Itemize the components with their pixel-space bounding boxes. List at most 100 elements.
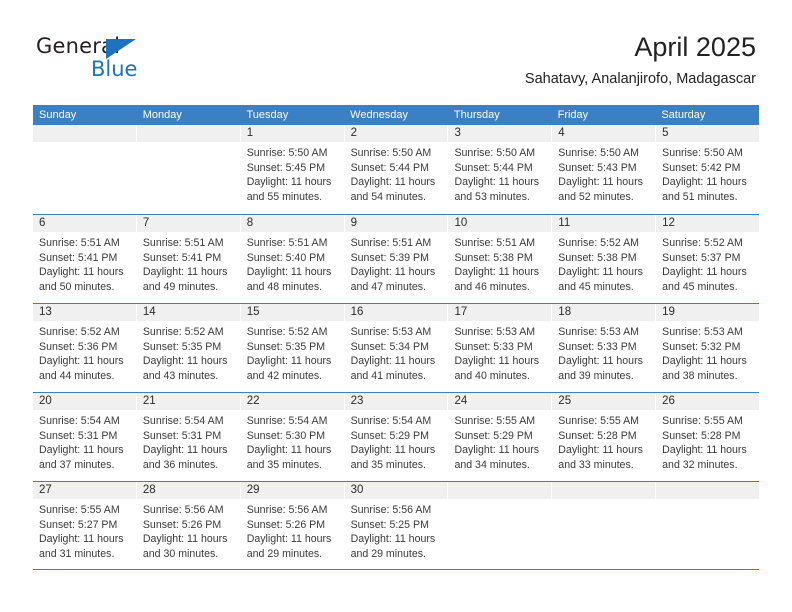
day-details: Sunrise: 5:52 AM Sunset: 5:38 PM Daylight:… xyxy=(552,232,655,294)
sunrise-text: Sunrise: 5:53 AM xyxy=(454,326,536,338)
daylight-text-line1: Daylight: 11 hours xyxy=(662,444,747,457)
day-cell[interactable]: 21 Sunrise: 5:54 AM Sunset: 5:31 PM Dayligh… xyxy=(136,393,241,481)
day-details: Sunrise: 5:55 AM Sunset: 5:27 PM Daylight:… xyxy=(33,499,136,561)
calendar-weeks: 1 Sunrise: 5:50 AM Sunset: 5:45 PM Daylight… xyxy=(33,125,760,570)
day-number: 7 xyxy=(142,217,150,229)
daylight-text-line1: Daylight: 11 hours xyxy=(350,176,436,189)
day-cell[interactable]: 15 Sunrise: 5:52 AM Sunset: 5:35 PM Dayligh… xyxy=(240,304,345,392)
day-cell[interactable]: 11 Sunrise: 5:52 AM Sunset: 5:38 PM Dayligh… xyxy=(552,215,657,303)
sunrise-text: Sunrise: 5:56 AM xyxy=(142,504,224,516)
day-details xyxy=(33,142,136,146)
day-cell[interactable]: 18 Sunrise: 5:53 AM Sunset: 5:33 PM Dayligh… xyxy=(552,304,657,392)
day-cell[interactable]: 24 Sunrise: 5:55 AM Sunset: 5:29 PM Dayligh… xyxy=(448,393,553,481)
day-details: Sunrise: 5:51 AM Sunset: 5:41 PM Daylight:… xyxy=(33,232,136,294)
sunset-text: Sunset: 5:31 PM xyxy=(39,429,118,442)
daylight-text-line2: and 36 minutes. xyxy=(142,458,219,471)
daylight-text-line2: and 35 minutes. xyxy=(350,458,426,471)
day-number-band xyxy=(552,482,656,499)
sunrise-text: Sunrise: 5:53 AM xyxy=(558,326,639,338)
weekday-sunday: Sunday xyxy=(39,109,77,121)
day-number: 6 xyxy=(39,217,46,229)
week-row: 27 Sunrise: 5:55 AM Sunset: 5:27 PM Dayligh… xyxy=(33,481,760,570)
daylight-text-line1: Daylight: 11 hours xyxy=(142,355,228,368)
day-number: 15 xyxy=(246,306,260,318)
day-number-band: 19 xyxy=(656,304,760,321)
sunset-text: Sunset: 5:38 PM xyxy=(454,251,533,264)
sunrise-text: Sunrise: 5:53 AM xyxy=(662,326,743,338)
daylight-text-line1: Daylight: 11 hours xyxy=(142,533,228,546)
weekday-header-row: Sunday Monday Tuesday Wednesday Thursday… xyxy=(33,105,759,125)
calendar-page: General Blue April 2025 Sahatavy, Analan… xyxy=(0,0,792,612)
day-cell[interactable]: 4 Sunrise: 5:50 AM Sunset: 5:43 PM Daylight… xyxy=(552,125,657,214)
day-cell[interactable]: 19 Sunrise: 5:53 AM Sunset: 5:32 PM Dayligh… xyxy=(656,304,760,392)
daylight-text-line2: and 43 minutes. xyxy=(142,369,219,382)
day-number-band xyxy=(656,482,760,499)
day-number-band: 13 xyxy=(33,304,136,321)
day-number: 1 xyxy=(246,127,254,139)
day-cell[interactable]: 28 Sunrise: 5:56 AM Sunset: 5:26 PM Dayligh… xyxy=(136,482,241,569)
daylight-text-line2: and 52 minutes. xyxy=(558,190,634,203)
sunset-text: Sunset: 5:44 PM xyxy=(454,161,533,174)
sunset-text: Sunset: 5:40 PM xyxy=(246,251,326,264)
day-cell[interactable]: 1 Sunrise: 5:50 AM Sunset: 5:45 PM Daylight… xyxy=(240,125,345,214)
day-cell[interactable]: 23 Sunrise: 5:54 AM Sunset: 5:29 PM Dayligh… xyxy=(344,393,449,481)
day-cell[interactable]: 14 Sunrise: 5:52 AM Sunset: 5:35 PM Dayligh… xyxy=(136,304,241,392)
daylight-text-line2: and 40 minutes. xyxy=(454,369,530,382)
day-cell[interactable]: 27 Sunrise: 5:55 AM Sunset: 5:27 PM Dayligh… xyxy=(33,482,137,569)
general-blue-logo[interactable]: General Blue xyxy=(36,34,166,82)
day-number: 18 xyxy=(558,306,572,318)
day-cell[interactable]: 29 Sunrise: 5:56 AM Sunset: 5:26 PM Dayligh… xyxy=(240,482,345,569)
sunset-text: Sunset: 5:35 PM xyxy=(142,340,222,353)
day-cell[interactable]: 5 Sunrise: 5:50 AM Sunset: 5:42 PM Daylight… xyxy=(656,125,760,214)
day-cell[interactable]: 10 Sunrise: 5:51 AM Sunset: 5:38 PM Dayligh… xyxy=(448,215,553,303)
weekday-tuesday: Tuesday xyxy=(246,109,289,121)
day-cell[interactable]: 13 Sunrise: 5:52 AM Sunset: 5:36 PM Dayligh… xyxy=(33,304,137,392)
day-cell[interactable]: 26 Sunrise: 5:55 AM Sunset: 5:28 PM Dayligh… xyxy=(656,393,760,481)
daylight-text-line1: Daylight: 11 hours xyxy=(39,266,124,279)
day-details: Sunrise: 5:53 AM Sunset: 5:33 PM Daylight:… xyxy=(448,321,551,383)
day-cell[interactable]: 6 Sunrise: 5:51 AM Sunset: 5:41 PM Daylight… xyxy=(33,215,137,303)
day-number-band: 17 xyxy=(448,304,552,321)
logo-word-blue: Blue xyxy=(91,57,138,81)
day-cell[interactable]: 16 Sunrise: 5:53 AM Sunset: 5:34 PM Dayligh… xyxy=(344,304,449,392)
day-cell[interactable]: 30 Sunrise: 5:56 AM Sunset: 5:25 PM Dayligh… xyxy=(344,482,449,569)
daylight-text-line1: Daylight: 11 hours xyxy=(558,176,643,189)
sunset-text: Sunset: 5:45 PM xyxy=(246,161,326,174)
daylight-text-line2: and 49 minutes. xyxy=(142,280,219,293)
day-number-band: 12 xyxy=(656,215,760,232)
day-number: 9 xyxy=(350,217,357,229)
day-cell[interactable]: 8 Sunrise: 5:51 AM Sunset: 5:40 PM Daylight… xyxy=(240,215,345,303)
sunset-text: Sunset: 5:42 PM xyxy=(662,161,741,174)
weekday-monday: Monday xyxy=(142,109,182,121)
sunrise-text: Sunrise: 5:52 AM xyxy=(558,237,639,249)
daylight-text-line1: Daylight: 11 hours xyxy=(558,444,643,457)
day-cell[interactable]: 12 Sunrise: 5:52 AM Sunset: 5:37 PM Dayligh… xyxy=(656,215,760,303)
day-cell[interactable]: 20 Sunrise: 5:54 AM Sunset: 5:31 PM Dayligh… xyxy=(33,393,137,481)
day-cell-empty xyxy=(448,482,553,569)
page-subtitle: Sahatavy, Analanjirofo, Madagascar xyxy=(524,71,756,87)
day-details xyxy=(656,499,759,503)
week-row: 1 Sunrise: 5:50 AM Sunset: 5:45 PM Daylight… xyxy=(33,125,760,214)
sunrise-text: Sunrise: 5:55 AM xyxy=(662,415,743,427)
day-cell[interactable]: 17 Sunrise: 5:53 AM Sunset: 5:33 PM Dayligh… xyxy=(448,304,553,392)
daylight-text-line1: Daylight: 11 hours xyxy=(350,533,436,546)
day-cell[interactable]: 9 Sunrise: 5:51 AM Sunset: 5:39 PM Daylight… xyxy=(344,215,449,303)
day-cell[interactable]: 25 Sunrise: 5:55 AM Sunset: 5:28 PM Dayligh… xyxy=(552,393,657,481)
day-number-band: 30 xyxy=(344,482,448,499)
day-details: Sunrise: 5:50 AM Sunset: 5:45 PM Daylight:… xyxy=(241,142,344,204)
day-number: 8 xyxy=(246,217,254,229)
day-cell[interactable]: 7 Sunrise: 5:51 AM Sunset: 5:41 PM Daylight… xyxy=(136,215,241,303)
daylight-text-line2: and 39 minutes. xyxy=(558,369,634,382)
sunrise-text: Sunrise: 5:54 AM xyxy=(350,415,432,427)
day-cell[interactable]: 2 Sunrise: 5:50 AM Sunset: 5:44 PM Daylight… xyxy=(344,125,449,214)
daylight-text-line2: and 48 minutes. xyxy=(246,280,323,293)
day-cell[interactable]: 22 Sunrise: 5:54 AM Sunset: 5:30 PM Dayligh… xyxy=(240,393,345,481)
day-number: 27 xyxy=(39,484,52,496)
day-details: Sunrise: 5:52 AM Sunset: 5:37 PM Daylight:… xyxy=(656,232,759,294)
daylight-text-line2: and 33 minutes. xyxy=(558,458,634,471)
day-cell[interactable]: 3 Sunrise: 5:50 AM Sunset: 5:44 PM Daylight… xyxy=(448,125,553,214)
day-number-band: 6 xyxy=(33,215,136,232)
day-number: 23 xyxy=(350,395,364,407)
week-row: 13 Sunrise: 5:52 AM Sunset: 5:36 PM Dayligh… xyxy=(33,303,760,392)
sunrise-text: Sunrise: 5:50 AM xyxy=(558,147,639,159)
